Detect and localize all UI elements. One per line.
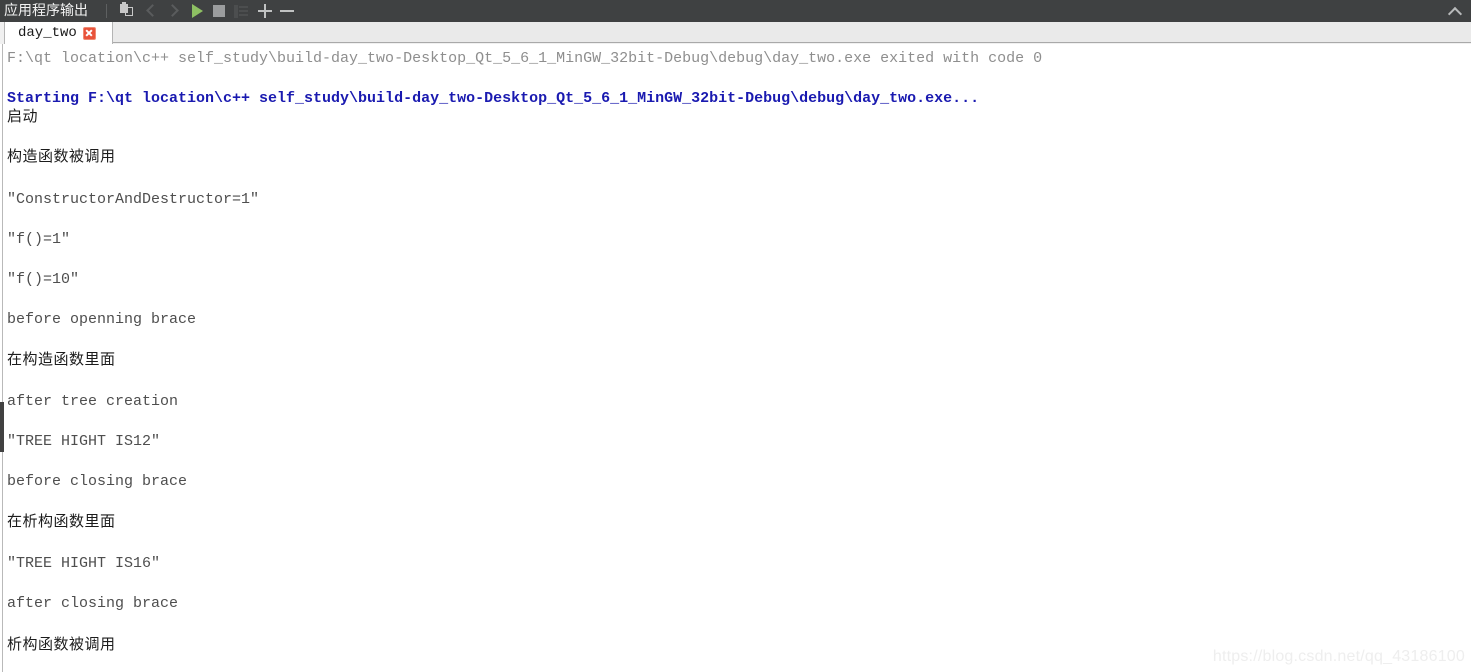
stop-icon bbox=[213, 5, 225, 17]
previous-item-button[interactable] bbox=[140, 1, 162, 21]
scrollbar-handle[interactable] bbox=[0, 402, 4, 452]
chevron-left-icon bbox=[145, 5, 157, 17]
copy-icon bbox=[119, 2, 135, 18]
output-line: "f()=1" bbox=[7, 231, 71, 248]
stop-button[interactable] bbox=[208, 1, 230, 21]
close-icon[interactable] bbox=[82, 26, 96, 40]
tab-day_two[interactable]: day_two bbox=[4, 22, 113, 44]
rerun-button[interactable] bbox=[230, 1, 252, 21]
run-button[interactable] bbox=[186, 1, 208, 21]
zoom-in-icon bbox=[258, 4, 272, 18]
output-line: after closing brace bbox=[7, 595, 179, 612]
pane-left-border bbox=[2, 44, 3, 672]
output-line: 启动 bbox=[7, 107, 39, 125]
tab-label: day_two bbox=[18, 25, 77, 41]
output-line: Starting F:\qt location\c++ self_study\b… bbox=[7, 90, 980, 107]
page-title: 应用程序输出 bbox=[4, 3, 88, 19]
collapse-panel-button[interactable] bbox=[1447, 4, 1463, 18]
next-item-button[interactable] bbox=[162, 1, 184, 21]
application-output-titlebar: 应用程序输出 bbox=[0, 0, 1471, 22]
rerun-icon bbox=[234, 4, 248, 18]
run-icon bbox=[191, 4, 203, 18]
output-line: 析构函数被调用 bbox=[7, 635, 116, 653]
output-line: "TREE HIGHT IS12" bbox=[7, 433, 161, 450]
zoom-out-button[interactable] bbox=[276, 1, 298, 21]
output-line: 在构造函数里面 bbox=[7, 350, 116, 368]
tabbar-empty-area bbox=[113, 22, 1471, 43]
application-output-pane[interactable]: F:\qt location\c++ self_study\build-day_… bbox=[0, 44, 1471, 672]
toolbar-separator bbox=[106, 4, 107, 18]
output-tabbar: day_two bbox=[0, 22, 1471, 44]
zoom-out-icon bbox=[280, 4, 294, 18]
output-line: F:\qt location\c++ self_study\build-day_… bbox=[7, 50, 1043, 67]
output-line: before closing brace bbox=[7, 473, 188, 490]
output-line: after tree creation bbox=[7, 393, 179, 410]
zoom-in-button[interactable] bbox=[254, 1, 276, 21]
output-line: before openning brace bbox=[7, 311, 197, 328]
output-line: "f()=10" bbox=[7, 271, 80, 288]
output-line: 构造函数被调用 bbox=[7, 147, 116, 165]
chevron-right-icon bbox=[167, 5, 179, 17]
watermark: https://blog.csdn.net/qq_43186100 bbox=[1212, 648, 1465, 665]
output-line: "ConstructorAndDestructor=1" bbox=[7, 191, 260, 208]
output-line: "TREE HIGHT IS16" bbox=[7, 555, 161, 572]
output-line: 在析构函数里面 bbox=[7, 512, 116, 530]
copy-button[interactable] bbox=[116, 1, 138, 21]
